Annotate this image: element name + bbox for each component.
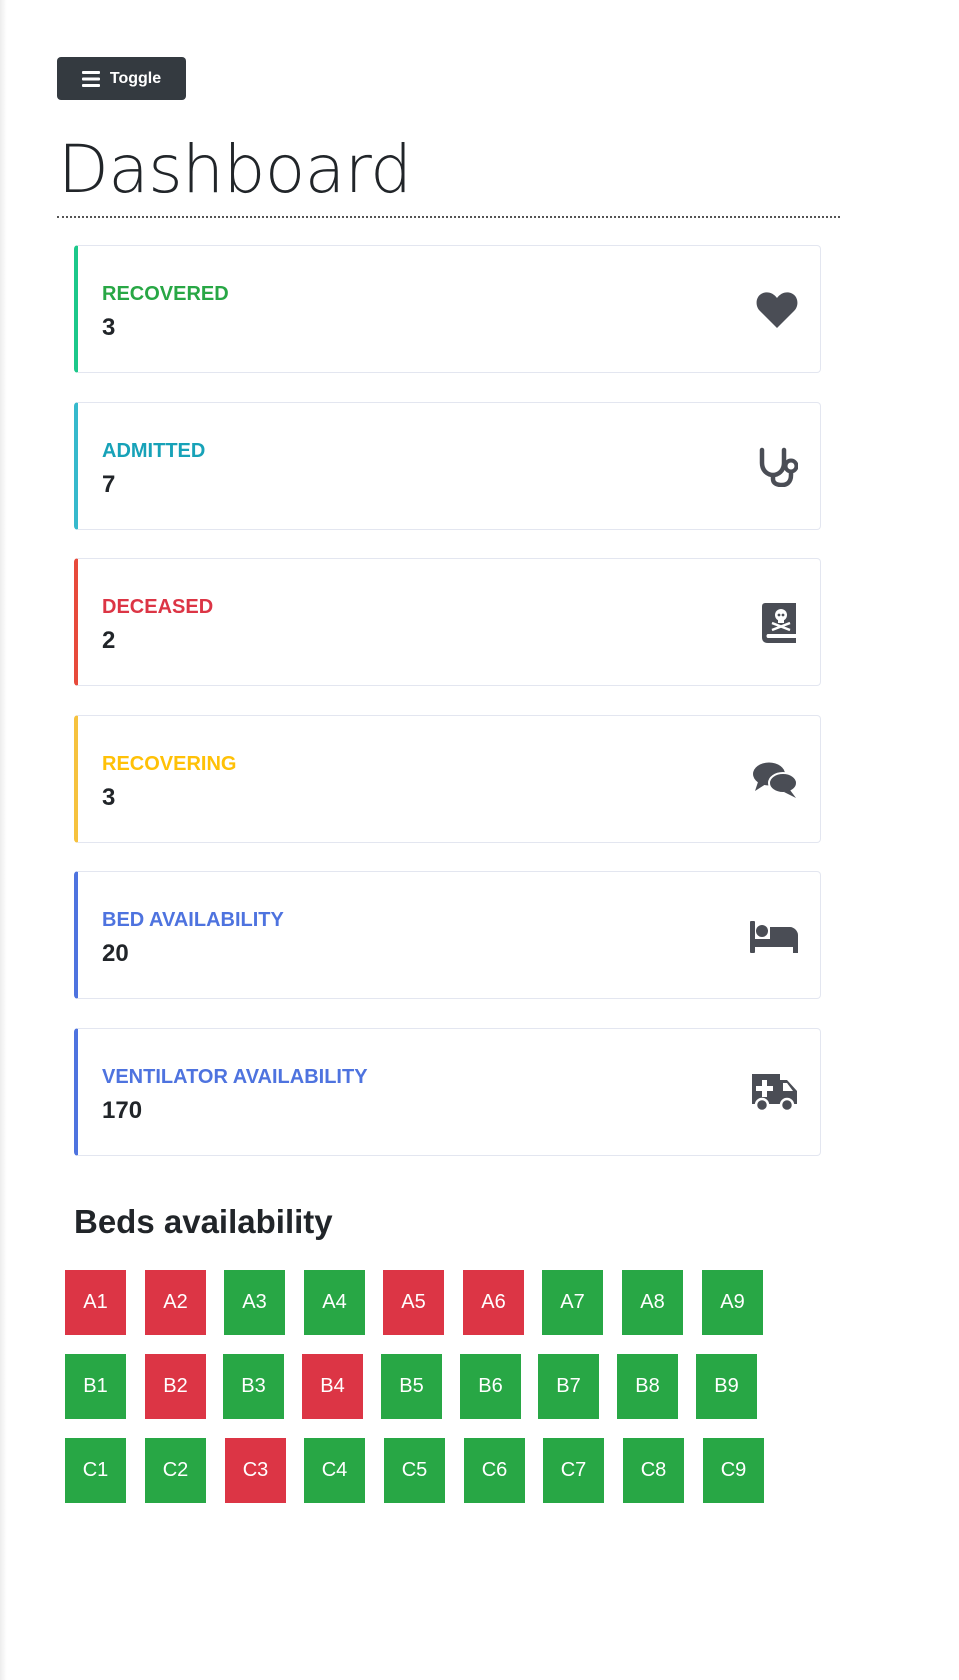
ambulance-icon <box>748 1071 798 1115</box>
bed-b4[interactable]: B4 <box>302 1354 363 1419</box>
card-ventilator-availability: VENTILATOR AVAILABILITY 170 <box>74 1027 821 1156</box>
bed-a5[interactable]: A5 <box>383 1270 444 1335</box>
card-bed-availability: BED AVAILABILITY 20 <box>74 871 821 1000</box>
bars-icon <box>81 70 100 87</box>
bed-b7[interactable]: B7 <box>538 1354 599 1419</box>
card-admitted: ADMITTED 7 <box>74 401 821 530</box>
bed-a1[interactable]: A1 <box>65 1270 126 1335</box>
bed-a3[interactable]: A3 <box>224 1270 285 1335</box>
stat-cards: RECOVERED 3 ADMITTED 7 DECEASED 2 RECOVE… <box>74 245 821 1185</box>
bed-c9[interactable]: C9 <box>703 1438 764 1503</box>
card-deceased: DECEASED 2 <box>74 558 821 687</box>
bed-b1[interactable]: B1 <box>65 1354 126 1419</box>
card-label: BED AVAILABILITY <box>102 909 284 932</box>
bed-b5[interactable]: B5 <box>381 1354 442 1419</box>
page-title: Dashboard <box>58 131 412 208</box>
skull-book-icon <box>748 601 798 645</box>
card-value: 3 <box>102 783 116 811</box>
sidebar-shadow <box>0 0 7 1680</box>
stethoscope-icon <box>748 445 798 489</box>
bed-b3[interactable]: B3 <box>223 1354 284 1419</box>
bed-a6[interactable]: A6 <box>463 1270 524 1335</box>
bed-c7[interactable]: C7 <box>543 1438 604 1503</box>
card-value: 3 <box>102 314 116 341</box>
card-recovering: RECOVERING 3 <box>74 714 821 843</box>
comments-icon <box>748 758 798 802</box>
title-divider <box>57 216 840 218</box>
bed-c4[interactable]: C4 <box>304 1438 365 1503</box>
card-label: ADMITTED <box>102 439 206 462</box>
card-label: DECEASED <box>102 596 214 619</box>
card-value: 2 <box>102 627 116 655</box>
heart-icon <box>748 288 798 332</box>
bed-c2[interactable]: C2 <box>145 1438 206 1503</box>
card-label: VENTILATOR AVAILABILITY <box>102 1065 368 1088</box>
card-value: 7 <box>102 470 116 498</box>
bed-a4[interactable]: A4 <box>304 1270 365 1335</box>
bed-a7[interactable]: A7 <box>542 1270 603 1335</box>
bed-c6[interactable]: C6 <box>464 1438 525 1503</box>
bed-a9[interactable]: A9 <box>702 1270 763 1335</box>
bed-b2[interactable]: B2 <box>145 1354 206 1419</box>
bed-c5[interactable]: C5 <box>384 1438 445 1503</box>
bed-b8[interactable]: B8 <box>617 1354 678 1419</box>
bed-icon <box>748 914 798 958</box>
bed-a8[interactable]: A8 <box>622 1270 683 1335</box>
bed-b6[interactable]: B6 <box>460 1354 521 1419</box>
card-label: RECOVERED <box>102 283 229 305</box>
card-value: 20 <box>102 940 129 968</box>
card-label: RECOVERING <box>102 752 237 775</box>
card-recovered: RECOVERED 3 <box>74 245 821 373</box>
bed-b9[interactable]: B9 <box>696 1354 757 1419</box>
card-value: 170 <box>102 1096 143 1124</box>
bed-c1[interactable]: C1 <box>65 1438 126 1503</box>
bed-c3[interactable]: C3 <box>225 1438 286 1503</box>
bed-a2[interactable]: A2 <box>145 1270 206 1335</box>
toggle-button[interactable]: Toggle <box>57 57 186 100</box>
bed-c8[interactable]: C8 <box>623 1438 684 1503</box>
toggle-label: Toggle <box>109 69 162 87</box>
beds-section-title: Beds availability <box>74 1203 333 1240</box>
